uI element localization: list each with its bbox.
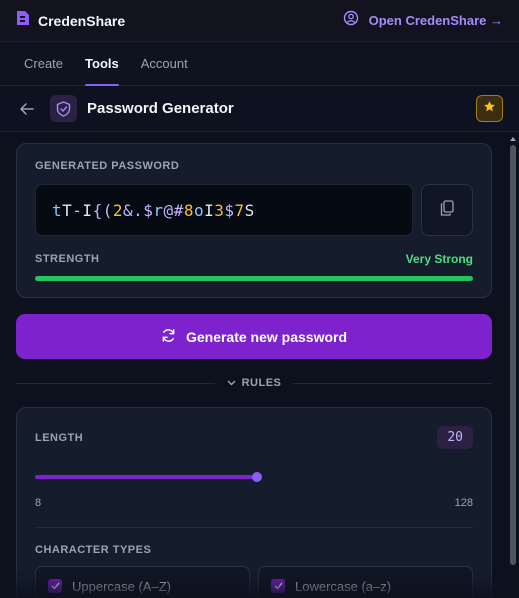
content-area: GENERATED PASSWORD t T - I{(2 &. $ r @ #8 o I 3 $7 S … — [0, 133, 507, 598]
uppercase-option[interactable]: Uppercase (A–Z) — [35, 566, 250, 598]
scroll-up-arrow-icon[interactable] — [510, 137, 516, 141]
generate-password-button[interactable]: Generate new password — [16, 314, 492, 359]
page-title: Password Generator — [87, 100, 234, 117]
strength-meter — [35, 276, 473, 281]
slider-thumb[interactable] — [252, 472, 262, 482]
divider-line-left — [16, 382, 215, 384]
uppercase-label: Uppercase (A–Z) — [72, 578, 171, 594]
scroll-thumb[interactable] — [510, 145, 516, 565]
rules-toggle[interactable]: RULES — [227, 377, 282, 389]
rules-divider[interactable]: RULES — [16, 377, 492, 389]
copy-icon — [440, 199, 454, 221]
length-min: 8 — [35, 497, 42, 509]
length-label: LENGTH — [35, 431, 84, 444]
tab-create[interactable]: Create — [24, 42, 63, 85]
brand: CredenShare — [16, 10, 125, 31]
password-display[interactable]: t T - I{(2 &. $ r @ #8 o I 3 $7 S — [35, 184, 413, 236]
lowercase-checkbox[interactable] — [271, 579, 285, 593]
rules-label: RULES — [241, 377, 282, 389]
scrollbar[interactable] — [507, 133, 519, 598]
user-icon[interactable] — [343, 10, 359, 31]
strength-value: Very Strong — [405, 252, 473, 266]
divider-line-right — [293, 382, 492, 384]
strength-meter-fill — [35, 276, 473, 281]
generate-button-label: Generate new password — [185, 328, 348, 345]
length-range: 8 128 — [35, 497, 473, 509]
main-tabs: Create Tools Account — [0, 42, 519, 86]
slider-fill — [35, 475, 254, 479]
refresh-icon — [161, 328, 176, 346]
top-bar: CredenShare Open CredenShare → — [0, 0, 519, 42]
favorite-button[interactable] — [476, 95, 503, 122]
logo-icon — [16, 10, 30, 31]
generated-password-label: GENERATED PASSWORD — [35, 160, 180, 172]
star-icon — [483, 100, 496, 118]
character-types-label: CHARACTER TYPES — [35, 544, 152, 556]
shield-icon — [50, 95, 77, 122]
chevron-down-icon — [227, 377, 236, 389]
copy-button[interactable] — [421, 184, 473, 236]
length-slider[interactable] — [35, 471, 473, 483]
open-app-link-group: Open CredenShare → — [343, 10, 503, 31]
strength-row: STRENGTH Very Strong — [35, 252, 473, 266]
open-credenshare-link[interactable]: Open CredenShare → — [369, 13, 503, 28]
lowercase-option[interactable]: Lowercase (a–z) — [258, 566, 473, 598]
password-row: t T - I{(2 &. $ r @ #8 o I 3 $7 S — [35, 184, 473, 236]
tool-header: Password Generator — [0, 86, 519, 132]
generated-password-card: GENERATED PASSWORD t T - I{(2 &. $ r @ #8 o I 3 $7 S … — [16, 143, 492, 298]
length-max: 128 — [454, 497, 473, 509]
back-arrow-icon[interactable] — [20, 102, 40, 115]
strength-label: STRENGTH — [35, 253, 100, 265]
tab-tools[interactable]: Tools — [85, 42, 119, 86]
length-value-badge: 20 — [437, 426, 473, 449]
app-name: CredenShare — [38, 12, 126, 29]
tab-account[interactable]: Account — [141, 42, 188, 85]
character-types-grid: Uppercase (A–Z) Lowercase (a–z) — [35, 566, 473, 598]
uppercase-checkbox[interactable] — [48, 579, 62, 593]
length-row: LENGTH 20 — [35, 426, 473, 449]
section-separator — [35, 527, 473, 528]
rules-card: LENGTH 20 8 128 CHARACTER TYPES Uppercas… — [16, 407, 492, 598]
lowercase-label: Lowercase (a–z) — [295, 578, 392, 594]
